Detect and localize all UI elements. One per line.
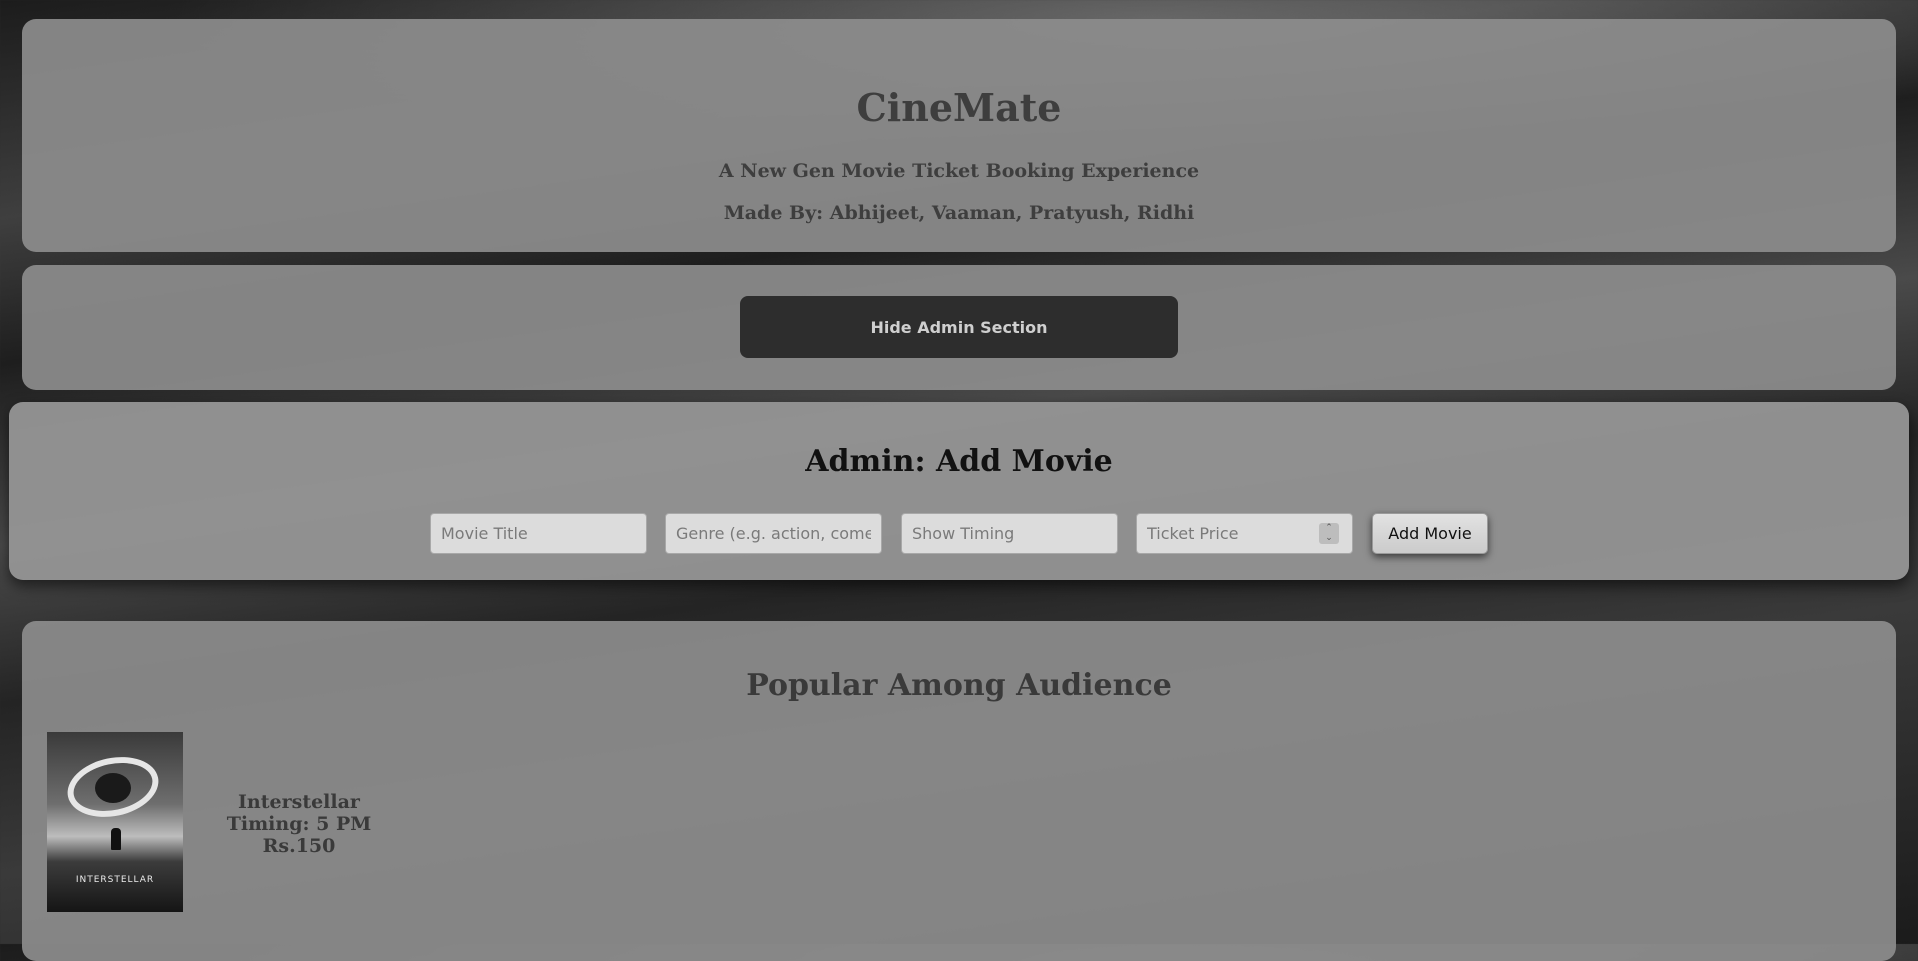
admin-toggle-panel: Hide Admin Section xyxy=(22,265,1896,390)
popular-section-title: Popular Among Audience xyxy=(746,668,1172,703)
ticket-price-spinner-icon[interactable]: ⌃ ⌄ xyxy=(1319,523,1339,544)
add-movie-button[interactable]: Add Movie xyxy=(1372,513,1488,554)
show-timing-input[interactable] xyxy=(901,513,1118,554)
movie-card-info: Interstellar Timing: 5 PM Rs.150 xyxy=(204,791,394,857)
movie-timing: Timing: 5 PM xyxy=(226,813,372,835)
poster-blackhole-graphic xyxy=(95,773,131,803)
hide-admin-section-button[interactable]: Hide Admin Section xyxy=(740,296,1178,358)
poster-astronaut-graphic xyxy=(111,828,121,850)
movie-poster-interstellar[interactable]: INTERSTELLAR xyxy=(47,732,183,912)
admin-section-title: Admin: Add Movie xyxy=(805,444,1113,479)
header-panel: CineMate A New Gen Movie Ticket Booking … xyxy=(22,19,1896,252)
movie-name: Interstellar xyxy=(238,791,360,813)
genre-input[interactable] xyxy=(665,513,882,554)
app-tagline: A New Gen Movie Ticket Booking Experienc… xyxy=(718,160,1200,182)
popular-movies-panel: Popular Among Audience INTERSTELLAR Inte… xyxy=(22,621,1896,961)
admin-add-movie-panel: Admin: Add Movie ⌃⌄ Add Movie xyxy=(9,402,1909,580)
app-title: CineMate xyxy=(856,85,1062,130)
poster-title-text: INTERSTELLAR xyxy=(75,875,155,885)
movie-price: Rs.150 xyxy=(262,835,336,857)
app-credits: Made By: Abhijeet, Vaaman, Pratyush, Rid… xyxy=(723,202,1195,224)
movie-title-input[interactable] xyxy=(430,513,647,554)
